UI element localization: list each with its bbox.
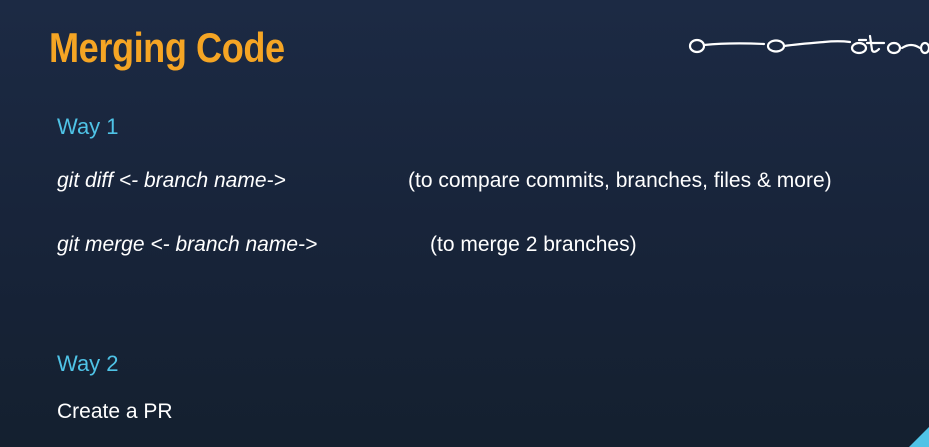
commit-graph-sketch-icon [688, 34, 929, 55]
git-merge-description: (to merge 2 branches) [430, 233, 637, 256]
git-diff-description: (to compare commits, branches, files & m… [408, 169, 832, 192]
way-1-label: Way 1 [57, 114, 119, 139]
corner-accent [909, 427, 929, 447]
git-diff-command: git diff <- branch name-> [57, 169, 286, 192]
create-pr-text: Create a PR [57, 400, 173, 423]
git-merge-command: git merge <- branch name-> [57, 233, 318, 256]
slide: Merging Code Way 1 git diff <- branch na… [0, 0, 929, 447]
slide-title: Merging Code [49, 24, 285, 71]
way-2-label: Way 2 [57, 351, 119, 376]
